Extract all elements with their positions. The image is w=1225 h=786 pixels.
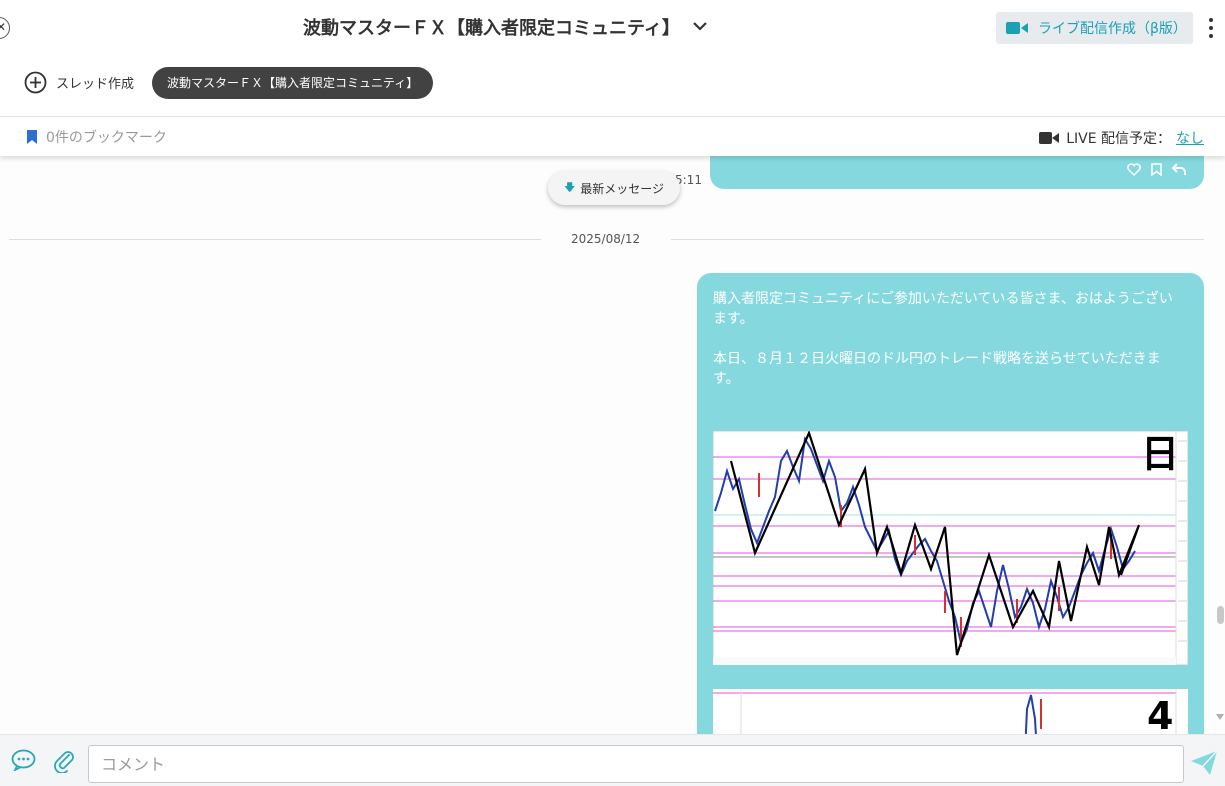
bookmark-icon — [27, 130, 37, 144]
live-schedule-label: LIVE 配信予定： — [1066, 131, 1171, 147]
create-thread-button[interactable]: スレッド作成 — [24, 71, 134, 94]
live-schedule: LIVE 配信予定： なし — [1039, 128, 1204, 148]
chart-timeframe-label: 4 — [1147, 694, 1173, 734]
chart-image-4h[interactable]: 4 — [713, 689, 1188, 734]
scroll-down-arrow[interactable] — [1216, 714, 1224, 720]
back-icon[interactable]: ✕ — [0, 17, 10, 39]
thread-bar: スレッド作成 波動マスターＦＸ【購入者限定コミュニティ】 — [0, 60, 1225, 106]
date-label: 2025/08/12 — [571, 232, 641, 246]
plus-circle-icon — [24, 71, 47, 94]
create-thread-label: スレッド作成 — [56, 77, 135, 92]
comment-input[interactable] — [88, 745, 1184, 783]
bookmark-link[interactable]: 0件のブックマーク — [26, 127, 167, 147]
scrollbar-thumb[interactable] — [1217, 606, 1224, 624]
divider — [671, 239, 1204, 240]
heart-icon[interactable] — [1127, 163, 1141, 176]
latest-message-label: 最新メッセージ — [580, 181, 665, 196]
chart-timeframe-label: 日 — [1141, 432, 1179, 476]
bookmark-count-label: 0件のブックマーク — [46, 130, 167, 146]
message-feed[interactable]: 5:11 🡇 最新メッセージ 2025/08/12 購入者限定コミュニティにご参… — [0, 156, 1225, 734]
chat-bubble-icon[interactable] — [11, 749, 36, 771]
divider — [9, 239, 541, 240]
live-schedule-link[interactable]: なし — [1176, 128, 1204, 148]
header: ✕ 波動マスターＦＸ【購入者限定コミュニティ】 ライブ配信作成（β版） — [0, 0, 1225, 56]
live-stream-create-button[interactable]: ライブ配信作成（β版） — [996, 12, 1193, 44]
send-icon[interactable] — [1190, 750, 1218, 776]
previous-message-bubble — [710, 156, 1204, 189]
date-separator: 2025/08/12 — [9, 230, 1204, 248]
latest-message-button[interactable]: 🡇 最新メッセージ — [548, 171, 680, 205]
arrow-down-icon: 🡇 — [563, 180, 576, 194]
page-title: 波動マスターＦＸ【購入者限定コミュニティ】 — [303, 18, 680, 39]
bookmark-icon[interactable] — [1151, 163, 1162, 176]
composer — [0, 734, 1225, 786]
chevron-down-icon[interactable] — [690, 16, 710, 36]
bookmark-bar: 0件のブックマーク LIVE 配信予定： なし — [0, 116, 1225, 156]
reply-icon[interactable] — [1172, 163, 1186, 176]
thread-chip-current[interactable]: 波動マスターＦＸ【購入者限定コミュニティ】 — [152, 67, 434, 99]
message-actions — [1127, 163, 1186, 176]
kebab-menu-icon[interactable] — [1207, 18, 1215, 38]
live-stream-create-label: ライブ配信作成（β版） — [1038, 21, 1187, 37]
video-camera-icon — [1039, 132, 1060, 144]
paperclip-icon[interactable] — [53, 749, 75, 773]
chart-image-daily[interactable]: 日 — [713, 431, 1188, 665]
video-camera-icon — [1006, 22, 1028, 34]
message-bubble: 購入者限定コミュニティにご参加いただいている皆さま、おはようございます。 本日、… — [697, 273, 1204, 734]
message-text: 購入者限定コミュニティにご参加いただいている皆さま、おはようございます。 本日、… — [713, 291, 1173, 387]
